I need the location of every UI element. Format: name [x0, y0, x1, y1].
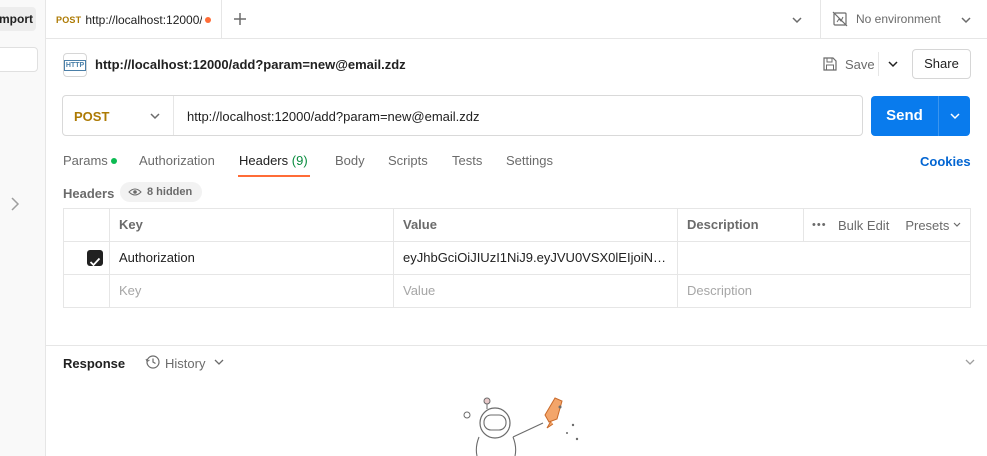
- divider: [878, 52, 879, 76]
- presets-button[interactable]: Presets: [905, 218, 949, 233]
- chevron-down-icon[interactable]: [211, 354, 227, 370]
- chevron-right-icon[interactable]: [8, 194, 22, 214]
- row-checkbox-cell: [64, 242, 110, 274]
- new-value-input[interactable]: Value: [394, 275, 678, 307]
- headers-section-label: Headers: [63, 186, 115, 201]
- eye-icon: [128, 188, 142, 196]
- params-indicator-dot: [110, 157, 117, 164]
- share-button[interactable]: Share: [912, 49, 971, 79]
- add-tab-button[interactable]: [230, 8, 250, 30]
- row-checkbox-cell: [64, 275, 110, 307]
- tab-headers[interactable]: Headers (9): [239, 153, 308, 168]
- history-button[interactable]: History: [165, 356, 205, 371]
- key-column-header: Key: [110, 209, 394, 241]
- chevron-down-icon: [953, 222, 961, 227]
- tab-url: http://localhost:12000/: [85, 12, 203, 27]
- new-description-input[interactable]: Description: [678, 275, 970, 307]
- tab-body[interactable]: Body: [335, 153, 365, 168]
- header-value-cell[interactable]: eyJhbGciOiJIUzI1NiJ9.eyJVU0VSX0lEIjoiNDM…: [394, 242, 678, 274]
- table-row: Authorization eyJhbGciOiJIUzI1NiJ9.eyJVU…: [64, 242, 970, 275]
- sidebar-search-input[interactable]: [0, 47, 38, 72]
- checkbox-column-header: [64, 209, 110, 241]
- hidden-headers-toggle[interactable]: 8 hidden: [120, 182, 203, 202]
- divider: [820, 0, 821, 39]
- method-label: POST: [74, 109, 110, 124]
- astronaut-illustration-icon: [455, 395, 585, 456]
- tab-params[interactable]: Params: [63, 153, 117, 168]
- tab-authorization[interactable]: Authorization: [139, 153, 215, 168]
- tabs-dropdown-button[interactable]: [787, 10, 807, 30]
- environment-selector[interactable]: No environment: [856, 12, 941, 26]
- tab-settings[interactable]: Settings: [506, 153, 553, 168]
- http-icon-text: HTTP: [63, 59, 87, 71]
- plus-icon: [234, 13, 246, 25]
- tab-method: POST: [56, 14, 82, 25]
- divider: [938, 96, 939, 136]
- hidden-headers-count: 8 hidden: [147, 186, 193, 198]
- import-button[interactable]: mport: [0, 7, 36, 31]
- table-row-empty: Key Value Description: [64, 275, 970, 308]
- cookies-link[interactable]: Cookies: [920, 154, 971, 169]
- no-environment-icon: [832, 11, 848, 27]
- tab-params-label: Params: [63, 153, 108, 168]
- url-input[interactable]: http://localhost:12000/add?param=new@ema…: [187, 109, 480, 124]
- request-tab[interactable]: POST http://localhost:12000/: [46, 0, 222, 39]
- tab-tests[interactable]: Tests: [452, 153, 482, 168]
- headers-table: Key Value Description ••• Bulk Edit Pres…: [63, 208, 971, 308]
- response-label: Response: [63, 356, 126, 371]
- history-icon[interactable]: [145, 354, 161, 370]
- response-collapse-chevron-icon[interactable]: [962, 354, 978, 370]
- value-column-header: Value: [394, 209, 678, 241]
- save-button[interactable]: Save: [845, 57, 875, 72]
- tab-scripts[interactable]: Scripts: [388, 153, 428, 168]
- app-root: mport POST http://localhost:12000/ No en…: [0, 0, 987, 456]
- checkmark-icon: [89, 257, 101, 267]
- header-description-cell[interactable]: [678, 242, 970, 274]
- new-key-input[interactable]: Key: [110, 275, 394, 307]
- send-button[interactable]: Send: [871, 96, 938, 136]
- tab-bar: POST http://localhost:12000/ No environm…: [46, 0, 987, 39]
- tab-headers-count: (9): [291, 153, 308, 168]
- chevron-down-icon: [145, 106, 165, 126]
- response-divider[interactable]: [46, 345, 987, 346]
- description-column-header: Description: [678, 209, 804, 241]
- tab-headers-label: Headers: [239, 153, 289, 168]
- table-header-row: Key Value Description ••• Bulk Edit Pres…: [64, 209, 970, 242]
- more-options-icon[interactable]: •••: [812, 219, 826, 231]
- url-bar: POST http://localhost:12000/add?param=ne…: [62, 95, 863, 136]
- active-tab-indicator: [238, 175, 310, 177]
- environment-chevron-icon[interactable]: [956, 10, 976, 30]
- left-sidebar: mport: [0, 0, 46, 456]
- method-select[interactable]: POST: [63, 96, 174, 135]
- send-options-chevron-icon[interactable]: [945, 106, 965, 126]
- save-options-chevron-icon[interactable]: [883, 54, 903, 74]
- table-actions: ••• Bulk Edit Presets: [802, 209, 962, 241]
- bulk-edit-button[interactable]: Bulk Edit: [838, 218, 889, 233]
- save-icon[interactable]: [822, 56, 838, 72]
- chevron-down-icon: [792, 17, 802, 24]
- request-title[interactable]: http://localhost:12000/add?param=new@ema…: [95, 57, 406, 72]
- send-button-group: Send: [871, 96, 970, 136]
- row-enabled-checkbox[interactable]: [87, 250, 103, 267]
- unsaved-dot-icon: [205, 16, 212, 23]
- http-request-icon: HTTP: [63, 53, 87, 77]
- header-key-cell[interactable]: Authorization: [110, 242, 394, 274]
